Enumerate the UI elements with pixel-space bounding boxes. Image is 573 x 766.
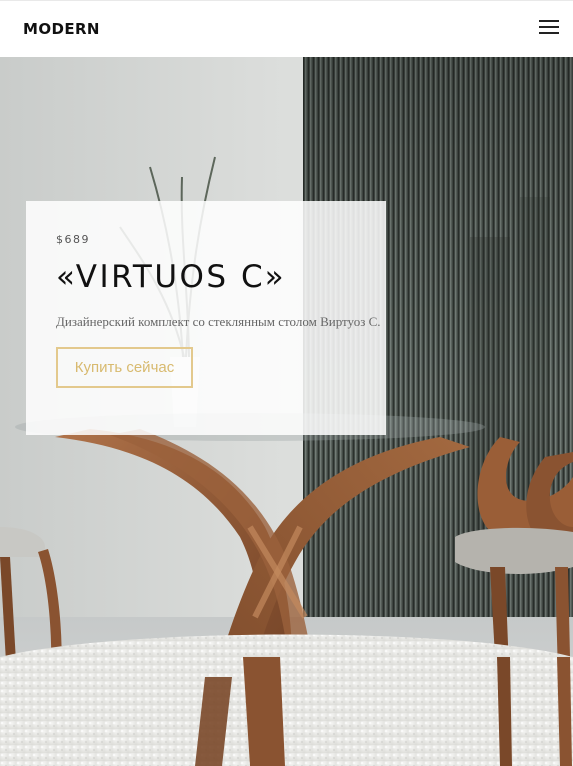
page: MODERN $689 «VIRTUOS C» Дизайнерский ком… xyxy=(0,0,573,766)
site-header: MODERN xyxy=(0,0,573,57)
buy-now-button[interactable]: Купить сейчас xyxy=(56,347,193,388)
menu-line xyxy=(539,32,559,34)
menu-line xyxy=(539,26,559,28)
product-description: Дизайнерский комплект со стеклянным стол… xyxy=(56,314,381,329)
menu-line xyxy=(539,20,559,22)
product-title: «VIRTUOS C» xyxy=(56,259,287,295)
product-price: $689 xyxy=(56,233,90,246)
site-logo[interactable]: MODERN xyxy=(23,20,100,38)
promo-card: $689 «VIRTUOS C» Дизайнерский комплект с… xyxy=(26,201,386,435)
hamburger-menu-icon[interactable] xyxy=(539,18,559,34)
